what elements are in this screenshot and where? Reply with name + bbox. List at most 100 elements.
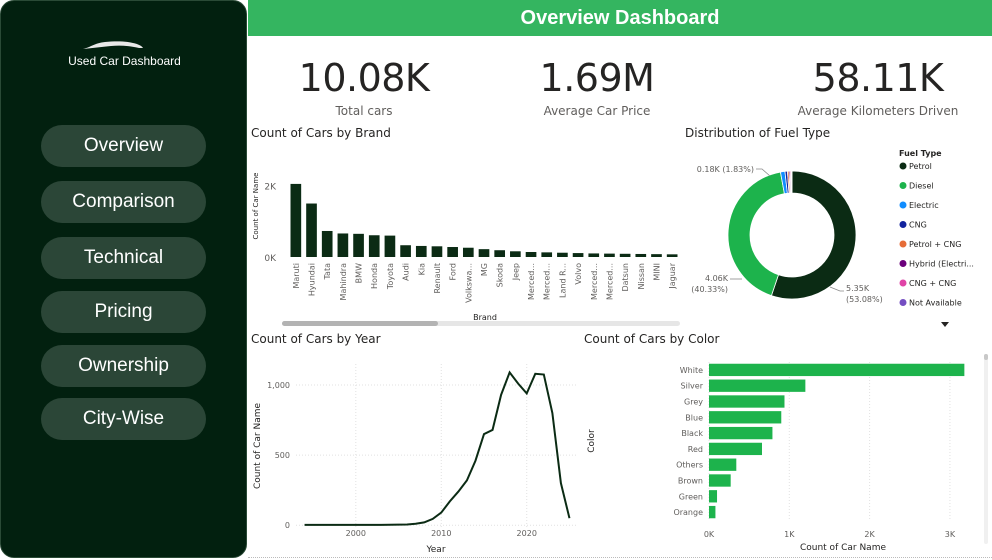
color-xtick-label: 0K [704, 530, 715, 539]
brand-xtick-label: BMW [355, 263, 364, 283]
brand-chart-title: Count of Cars by Brand [251, 126, 391, 140]
fuel-legend-title: Fuel Type [899, 149, 942, 158]
color-ytick-label: Others [676, 461, 703, 470]
brand-xtick-label: Ford [449, 263, 458, 280]
year-ytick-label: 0 [285, 521, 290, 530]
brand-xtick-label: Merced... [590, 263, 599, 300]
color-ytick-label: White [680, 366, 703, 375]
color-scrollbar-thumb[interactable] [984, 354, 988, 360]
brand-xtick-label: Jeep [511, 263, 520, 281]
fuel-legend-label: Diesel [909, 182, 934, 191]
nav-overview-button[interactable]: Overview [41, 125, 206, 167]
year-chart-title: Count of Cars by Year [251, 332, 381, 346]
fuel-legend-swatch [899, 182, 907, 189]
color-bar [709, 379, 806, 392]
color-ytick-label: Green [679, 492, 703, 501]
brand-xtick-label: Merced... [527, 263, 536, 300]
fuel-legend-swatch [899, 162, 907, 170]
color-ytick-label: Black [681, 429, 703, 438]
fuel-data-label: (53.08%) [846, 295, 883, 304]
color-ylabel: Color [587, 429, 597, 453]
nav-technical-button[interactable]: Technical [41, 237, 206, 279]
nav-pricing-button[interactable]: Pricing [41, 291, 206, 333]
brand-xtick-label: Nissan [637, 263, 646, 290]
brand-bar [368, 235, 380, 257]
fuel-leader-line [829, 286, 844, 292]
nav-ownership-button[interactable]: Ownership [41, 345, 206, 387]
color-xtick-label: 3K [945, 530, 956, 539]
fuel-legend-label: CNG + CNG [909, 279, 956, 288]
color-bar [709, 442, 762, 456]
fuel-legend-swatch [899, 221, 907, 228]
fuel-legend-swatch [899, 260, 907, 267]
year-ytick-label: 500 [275, 451, 290, 460]
brand-bar-chart: 0K 2K Count of Car Name Maruti Hyundai Tata Ma… [252, 173, 680, 326]
fuel-legend-label: Petrol + CNG [909, 240, 961, 249]
color-bar [709, 474, 731, 487]
year-series-line [304, 370, 571, 526]
brand-scrollbar-thumb[interactable] [282, 321, 438, 326]
brand-bar [494, 250, 506, 257]
brand-xtick-label: Maruti [292, 263, 301, 289]
page-title: Overview Dashboard [248, 0, 992, 36]
color-ytick-label: Brown [678, 477, 703, 486]
brand-bar [431, 246, 443, 257]
fuel-leader-line [756, 168, 771, 177]
color-bar [709, 505, 716, 519]
color-bar [709, 458, 737, 471]
fuel-chart-title: Distribution of Fuel Type [685, 126, 831, 140]
color-bar [709, 363, 965, 377]
brand-bar [651, 254, 662, 257]
brand-xtick-label: Mahindra [339, 263, 348, 301]
brand-xtick-label: Volkswa... [464, 263, 473, 303]
brand-bar [557, 252, 568, 257]
brand-bar [478, 249, 490, 257]
kpi-avg-price-value: 1.69M [539, 56, 655, 100]
sidebar: Used Car Dashboard Overview Comparison T… [0, 0, 247, 558]
brand-xtick-label: Toyota [386, 263, 395, 290]
dashboard-root: Used Car Dashboard Overview Comparison T… [0, 0, 992, 560]
brand-xtick-label: Merced... [543, 263, 552, 300]
brand-bar [588, 253, 600, 257]
brand-bar [462, 247, 474, 257]
year-xtick-label: 2000 [346, 529, 366, 538]
brand-xtick-label: Renault [433, 263, 442, 294]
kpi-avg-km-value: 58.11K [812, 56, 944, 100]
brand-bar [541, 252, 553, 257]
brand-xtick-label: Kia [417, 263, 426, 275]
fuel-legend-swatch [899, 299, 907, 306]
brand-xtick-label: Jaguar [668, 262, 677, 289]
brand-xtick-label: MINI [652, 263, 661, 281]
year-xtick-label: 2020 [517, 529, 537, 538]
fuel-legend-label: Not Available [909, 299, 962, 308]
color-ytick-label: Red [688, 445, 703, 454]
brand-xtick-label: Honda [370, 263, 379, 289]
fuel-legend-label: CNG [909, 221, 927, 230]
color-ytick-label: Blue [685, 413, 703, 422]
app-title: Used Car Dashboard [68, 54, 181, 68]
brand-bar [400, 245, 411, 257]
color-bar [709, 395, 785, 408]
year-ylabel: Count of Car Name [253, 403, 263, 489]
brand-bar [635, 253, 647, 257]
nav-comparison-button[interactable]: Comparison [41, 181, 206, 223]
brand-xtick-label: Land R... [558, 263, 567, 298]
brand-bar [321, 230, 333, 257]
color-scrollbar-track[interactable] [984, 354, 988, 544]
brand-bar [510, 251, 521, 257]
brand-bar [415, 245, 427, 257]
legend-scroll-down-icon[interactable] [941, 322, 949, 327]
brand-bar [337, 233, 349, 257]
fuel-legend-swatch [899, 240, 907, 248]
year-ytick-label: 1,000 [267, 381, 290, 390]
brand-xtick-label: Audi [402, 263, 411, 281]
color-bar [709, 426, 773, 440]
brand-bar [619, 253, 631, 257]
brand-ylabel: Count of Car Name [252, 173, 260, 240]
brand-bar [604, 253, 615, 257]
brand-xlabel: Brand [473, 313, 497, 322]
nav-city-wise-button[interactable]: City-Wise [41, 398, 206, 440]
year-line-chart: 0 500 1,000 2000 2010 2020 Year Count of Car Na… [253, 364, 578, 555]
fuel-donut-chart: 5.35K (53.08%) 4.06K (40.33%) 0.18K (1.83%) F… [691, 149, 974, 327]
brand-xtick-label: Volvo [574, 263, 583, 285]
